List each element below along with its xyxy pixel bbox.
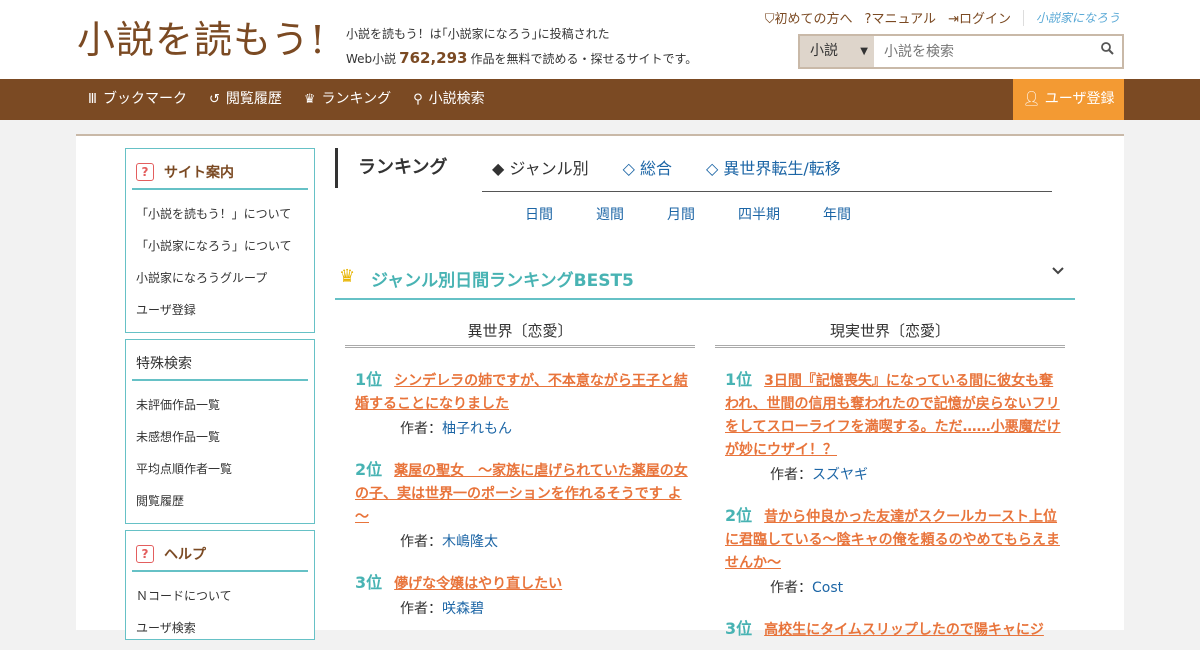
page-title: ランキング [335, 148, 447, 188]
ranking-column-real-romance: 現実世界〔恋愛〕 1位 3日間『記憶喪失』になっている間に彼女も奪われ、世間の信用… [715, 320, 1065, 642]
ranking-entry: 3位 高校生にタイムスリップしたので陽キャにジ [715, 615, 1065, 642]
nav-history[interactable]: ↺ 閲覧履歴 [209, 79, 282, 120]
search-icon: ⚲ [413, 92, 423, 107]
user-icon: 👤︎ [1022, 91, 1045, 107]
help-icon: ? [136, 162, 154, 181]
author-line: 作者：Cost [770, 580, 844, 596]
author-line: 作者：柚子れもん [400, 421, 512, 437]
intro-prefix: Web小説 [346, 52, 397, 66]
rank-label: 1位 [725, 370, 753, 389]
period-monthly[interactable]: 月間 [667, 204, 695, 224]
chevron-down-icon: ▼ [860, 46, 868, 57]
ranking-entry: 2位 昔から仲良かった友達がスクールカースト上位に君臨している～陰キャの俺を頼るの… [715, 502, 1065, 597]
novel-title-link[interactable]: 3日間『記憶喪失』になっている間に彼女も奪われ、世間の信用も奪われたので記憶が戻… [725, 373, 1061, 458]
author-link[interactable]: 咲森碧 [442, 601, 484, 617]
shield-icon: ⛉ [764, 12, 775, 27]
intro-suffix: 作品を無料で読める・探せるサイトです。 [470, 52, 698, 66]
tab-overall[interactable]: ◇ 総合 [623, 150, 672, 191]
sidebar-item-user-search[interactable]: ユーザ検索 [136, 612, 314, 644]
top-links: ⛉初めての方へ ?マニュアル ⇥ログイン 小説家になろう [765, 8, 1120, 27]
novel-title-link[interactable]: 高校生にタイムスリップしたので陽キャにジ [764, 622, 1044, 638]
rank-label: 3位 [355, 573, 383, 592]
link-manual[interactable]: ?マニュアル [865, 8, 937, 27]
sidebar-item-unrated[interactable]: 未評価作品一覧 [136, 389, 314, 421]
genre-name: 異世界〔恋愛〕 [345, 320, 695, 348]
novel-title-link[interactable]: 儚げな令嬢はやり直したい [394, 576, 562, 592]
period-daily[interactable]: 日間 [525, 204, 553, 224]
help-title: ? ヘルプ [132, 537, 308, 572]
content-frame: ? サイト案内 「小説を読もう！」について 「小説家になろう」について 小説家にな… [76, 134, 1124, 640]
sidebar-item-ncode[interactable]: Ｎコードについて [136, 580, 314, 612]
login-icon: ⇥ [948, 12, 959, 27]
period-links: 日間 週間 月間 四半期 年間 [482, 204, 851, 224]
sidebar-item-avg-score[interactable]: 平均点順作者一覧 [136, 453, 314, 485]
site-intro: 小説を読もう！は｢小説家になろう｣に投稿された Web小説 762,293 作品を無… [346, 22, 697, 71]
author-link[interactable]: Cost [812, 580, 843, 596]
divider [1022, 9, 1024, 26]
intro-line1: 小説を読もう！は｢小説家になろう｣に投稿された [346, 27, 610, 41]
search-bar: 小説 ▼ [798, 34, 1124, 69]
chevron-down-icon[interactable] [1051, 264, 1065, 280]
ranking-entry: 2位 薬屋の聖女 ～家族に虐げられていた薬屋の女の子、実は世界一のポーションを作れ… [345, 456, 695, 551]
ranking-tabs: ◆ ジャンル別 ◇ 総合 ◇ 異世界転生/転移 [482, 150, 1052, 192]
link-login[interactable]: ⇥ログイン [948, 8, 1011, 27]
site-logo[interactable]: 小説を読もう! [77, 16, 329, 64]
history-icon: ↺ [208, 92, 220, 107]
novel-title-link[interactable]: 昔から仲良かった友達がスクールカースト上位に君臨している～陰キャの俺を頼るのやめ… [725, 509, 1060, 571]
sidebar-item-narou-group[interactable]: 小説家になろうグループ [136, 262, 314, 294]
period-weekly[interactable]: 週間 [596, 204, 624, 224]
search-type-select[interactable]: 小説 ▼ [800, 36, 874, 67]
author-link[interactable]: 柚子れもん [442, 421, 512, 437]
sidebar-help: ? ヘルプ Ｎコードについて ユーザ検索 [125, 530, 315, 640]
author-line: 作者：木嶋隆太 [400, 534, 498, 550]
rank-label: 1位 [355, 370, 383, 389]
sidebar-item-about-narou[interactable]: 「小説家になろう」について [136, 230, 314, 262]
author-link[interactable]: スズヤギ [812, 467, 868, 483]
sidebar-site-guide: ? サイト案内 「小説を読もう！」について 「小説家になろう」について 小説家にな… [125, 148, 315, 333]
sidebar-special-search: 特殊検索 未評価作品一覧 未感想作品一覧 平均点順作者一覧 閲覧履歴 [125, 339, 315, 524]
help-icon: ? [136, 544, 154, 563]
site-guide-title: ? サイト案内 [132, 155, 308, 190]
novel-title-link[interactable]: シンデレラの姉ですが、不本意ながら王子と結婚することになりました [355, 373, 688, 412]
rank-label: 2位 [725, 506, 753, 525]
genre-name: 現実世界〔恋愛〕 [715, 320, 1065, 348]
rank-label: 2位 [355, 460, 383, 479]
novel-count: 762,293 [399, 49, 468, 67]
special-search-title: 特殊検索 [132, 346, 308, 381]
tab-isekai[interactable]: ◇ 異世界転生/転移 [706, 150, 841, 191]
search-input[interactable] [874, 36, 1092, 67]
sidebar-item-no-review[interactable]: 未感想作品一覧 [136, 421, 314, 453]
ranking-entry: 1位 3日間『記憶喪失』になっている間に彼女も奪われ、世間の信用も奪われたので記憶… [715, 366, 1065, 484]
rank-label: 3位 [725, 619, 753, 638]
nav-search[interactable]: ⚲ 小説検索 [413, 79, 485, 120]
nav-bookmark[interactable]: Ⅲ ブックマーク [88, 79, 187, 120]
period-yearly[interactable]: 年間 [823, 204, 851, 224]
ranking-entry: 3位 儚げな令嬢はやり直したい 作者：咲森碧 [345, 569, 695, 618]
sidebar-item-history[interactable]: 閲覧履歴 [136, 485, 314, 517]
author-line: 作者：咲森碧 [400, 601, 484, 617]
link-beginners[interactable]: ⛉初めての方へ [765, 8, 853, 27]
main-nav: Ⅲ ブックマーク ↺ 閲覧履歴 ♛ ランキング ⚲ 小説検索 👤︎ ユーザ登録 [0, 79, 1200, 120]
period-quarterly[interactable]: 四半期 [738, 204, 780, 224]
best5-title: ジャンル別日間ランキングBEST5 [371, 271, 634, 291]
tab-genre[interactable]: ◆ ジャンル別 [492, 150, 589, 191]
sidebar-item-about-yomou[interactable]: 「小説を読もう！」について [136, 198, 314, 230]
author-line: 作者：スズヤギ [770, 467, 868, 483]
narou-logo[interactable]: 小説家になろう [1036, 9, 1120, 26]
search-icon[interactable] [1092, 36, 1122, 67]
intro-line2: Web小説 762,293 作品を無料で読める・探せるサイトです。 [346, 46, 697, 71]
nav-ranking[interactable]: ♛ ランキング [304, 79, 391, 120]
crown-icon: ♛ [303, 92, 316, 107]
ranking-entry: 1位 シンデレラの姉ですが、不本意ながら王子と結婚することになりました 作者：柚子… [345, 366, 695, 438]
site-header: 小説を読もう! 小説を読もう！は｢小説家になろう｣に投稿された Web小説 762… [0, 0, 1200, 79]
ranking-column-isekai-romance: 異世界〔恋愛〕 1位 シンデレラの姉ですが、不本意ながら王子と結婚することになりま… [345, 320, 695, 618]
bookmark-icon: Ⅲ [88, 92, 97, 107]
register-button[interactable]: 👤︎ ユーザ登録 [1013, 79, 1124, 120]
best5-header[interactable]: ♛ ジャンル別日間ランキングBEST5 [335, 256, 1075, 300]
crown-icon: ♛ [339, 266, 356, 287]
sidebar-item-register[interactable]: ユーザ登録 [136, 294, 314, 326]
author-link[interactable]: 木嶋隆太 [442, 534, 498, 550]
novel-title-link[interactable]: 薬屋の聖女 ～家族に虐げられていた薬屋の女の子、実は世界一のポーションを作れるそ… [355, 463, 688, 525]
